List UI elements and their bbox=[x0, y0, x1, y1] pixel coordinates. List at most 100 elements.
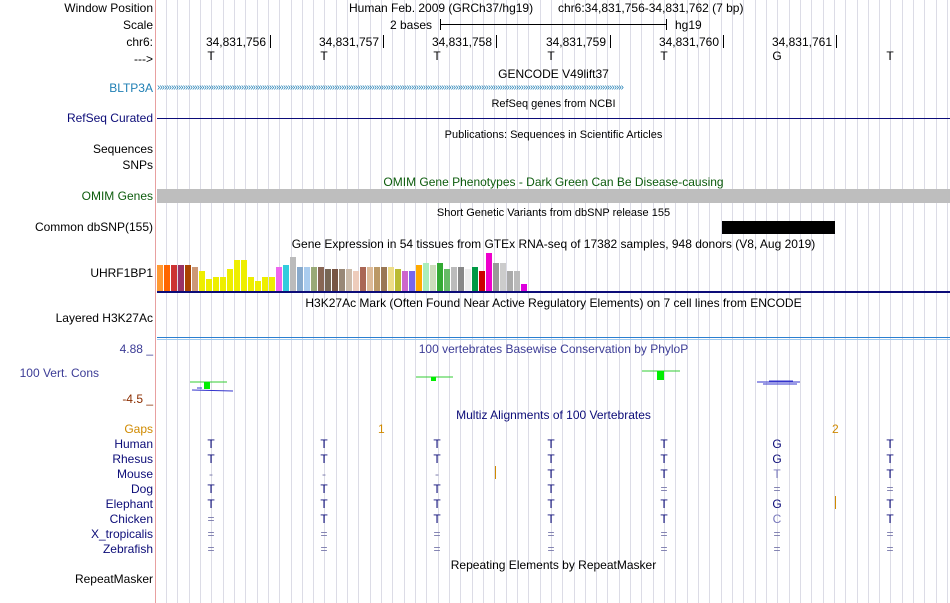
phylop-graph[interactable] bbox=[157, 360, 950, 400]
gtex-tissue-bar[interactable] bbox=[220, 277, 226, 291]
gtex-tissue-bar[interactable] bbox=[283, 265, 289, 291]
alignment-base: = bbox=[660, 527, 668, 541]
gtex-tissue-bar[interactable] bbox=[500, 263, 506, 291]
gtex-tissue-bar[interactable] bbox=[248, 277, 254, 291]
gtex-tissue-bar[interactable] bbox=[192, 267, 198, 291]
gtex-tissue-bar[interactable] bbox=[332, 269, 338, 291]
gtex-tissue-bar[interactable] bbox=[290, 257, 296, 291]
h3k27ac-track-title[interactable]: H3K27Ac Mark (Often Found Near Active Re… bbox=[157, 296, 950, 310]
dbsnp-variant-block[interactable] bbox=[722, 221, 835, 234]
gtex-tissue-bar[interactable] bbox=[346, 269, 352, 291]
gtex-tissue-bar[interactable] bbox=[339, 269, 345, 291]
gtex-tissue-bar[interactable] bbox=[472, 267, 478, 291]
gtex-tissue-bar[interactable] bbox=[353, 271, 359, 291]
gtex-tissue-bar[interactable] bbox=[255, 281, 261, 291]
species-label[interactable]: X_tropicalis bbox=[91, 527, 153, 541]
gtex-tissue-bar[interactable] bbox=[213, 277, 219, 291]
alignment-base: T bbox=[886, 437, 894, 451]
gtex-tissue-bar[interactable] bbox=[241, 260, 247, 291]
publications-track-title[interactable]: Publications: Sequences in Scientific Ar… bbox=[157, 128, 950, 142]
gtex-gene-label[interactable]: UHRF1BP1 bbox=[90, 266, 153, 280]
gtex-tissue-bar[interactable] bbox=[171, 265, 177, 291]
species-label[interactable]: Chicken bbox=[110, 512, 153, 526]
gtex-tissue-bar[interactable] bbox=[521, 284, 527, 291]
gtex-tissue-bar[interactable] bbox=[374, 267, 380, 291]
omim-label[interactable]: OMIM Genes bbox=[82, 189, 153, 203]
gtex-tissue-bar[interactable] bbox=[227, 269, 233, 291]
reference-base: T bbox=[207, 49, 215, 63]
gtex-tissue-bar[interactable] bbox=[269, 277, 275, 291]
gtex-tissue-bar[interactable] bbox=[486, 253, 492, 291]
gene-label-bltp3a[interactable]: BLTP3A bbox=[109, 81, 153, 95]
gencode-track-title[interactable]: GENCODE V49lift37 bbox=[157, 67, 950, 81]
cons-label[interactable]: 100 Vert. Cons bbox=[20, 366, 99, 380]
coordinate-label: 34,831,757 bbox=[318, 35, 379, 49]
alignment-base: T bbox=[660, 512, 668, 526]
gtex-tissue-bar[interactable] bbox=[388, 267, 394, 291]
gtex-tissue-bar[interactable] bbox=[297, 267, 303, 291]
gencode-gene-feature[interactable]: ››››››››››››››››››››››››››››››››››››››››… bbox=[157, 81, 950, 94]
gtex-tissue-bar[interactable] bbox=[311, 267, 317, 291]
alignment-base: G bbox=[772, 452, 782, 466]
gtex-tissue-bar[interactable] bbox=[493, 263, 499, 291]
gtex-tissue-bar[interactable] bbox=[458, 267, 464, 291]
gtex-tissue-bar[interactable] bbox=[437, 263, 443, 291]
gtex-tissue-bar[interactable] bbox=[262, 277, 268, 291]
multiz-gaps-label[interactable]: Gaps bbox=[124, 422, 153, 436]
gtex-tissue-bar[interactable] bbox=[395, 269, 401, 291]
gtex-expression-chart[interactable] bbox=[157, 251, 537, 291]
gtex-tissue-bar[interactable] bbox=[318, 267, 324, 291]
gtex-tissue-bar[interactable] bbox=[367, 267, 373, 291]
refseq-gene-line[interactable] bbox=[157, 118, 950, 119]
gtex-tissue-bar[interactable] bbox=[276, 267, 282, 291]
gtex-tissue-bar[interactable] bbox=[402, 271, 408, 291]
gtex-tissue-bar[interactable] bbox=[479, 271, 485, 291]
repeatmasker-track-title[interactable]: Repeating Elements by RepeatMasker bbox=[157, 558, 950, 572]
alignment-base: T bbox=[320, 452, 328, 466]
gtex-tissue-bar[interactable] bbox=[451, 267, 457, 291]
gtex-tissue-bar[interactable] bbox=[409, 271, 415, 291]
species-label[interactable]: Dog bbox=[131, 482, 153, 496]
gtex-tissue-bar[interactable] bbox=[178, 265, 184, 291]
dbsnp-track-title[interactable]: Short Genetic Variants from dbSNP releas… bbox=[157, 206, 950, 220]
gtex-tissue-bar[interactable] bbox=[507, 271, 513, 291]
species-label[interactable]: Zebrafish bbox=[103, 542, 153, 556]
alignment-base: G bbox=[772, 437, 782, 451]
gtex-tissue-bar[interactable] bbox=[185, 265, 191, 291]
gtex-tissue-bar[interactable] bbox=[199, 271, 205, 291]
alignment-base: = bbox=[547, 542, 555, 556]
gtex-tissue-bar[interactable] bbox=[430, 265, 436, 291]
gtex-tissue-bar[interactable] bbox=[157, 265, 163, 291]
h3k27ac-label[interactable]: Layered H3K27Ac bbox=[56, 311, 153, 325]
gtex-tissue-bar[interactable] bbox=[381, 267, 387, 291]
gtex-tissue-bar[interactable] bbox=[423, 263, 429, 291]
gtex-tissue-bar[interactable] bbox=[164, 265, 170, 291]
gtex-tissue-bar[interactable] bbox=[360, 267, 366, 291]
gtex-tissue-bar[interactable] bbox=[465, 269, 471, 291]
gtex-tissue-bar[interactable] bbox=[304, 267, 310, 291]
omim-gene-bar[interactable] bbox=[157, 189, 950, 203]
gtex-tissue-bar[interactable] bbox=[325, 269, 331, 291]
refseq-track-title[interactable]: RefSeq genes from NCBI bbox=[157, 97, 950, 111]
publications-sequences-label[interactable]: Sequences bbox=[93, 142, 153, 156]
cons-track-title[interactable]: 100 vertebrates Basewise Conservation by… bbox=[157, 342, 950, 356]
genome-browser-image[interactable]: Window Position Scale chr6: ---> Human F… bbox=[0, 0, 950, 603]
omim-track-title[interactable]: OMIM Gene Phenotypes - Dark Green Can Be… bbox=[157, 175, 950, 189]
species-label[interactable]: Mouse bbox=[117, 467, 153, 481]
gtex-tissue-bar[interactable] bbox=[444, 269, 450, 291]
dbsnp-label[interactable]: Common dbSNP(155) bbox=[35, 220, 153, 234]
alignment-base: T bbox=[660, 452, 668, 466]
species-label[interactable]: Human bbox=[114, 437, 153, 451]
gtex-tissue-bar[interactable] bbox=[206, 279, 212, 291]
repeatmasker-label[interactable]: RepeatMasker bbox=[75, 572, 153, 586]
refseq-label[interactable]: RefSeq Curated bbox=[67, 111, 153, 125]
species-label[interactable]: Rhesus bbox=[112, 452, 153, 466]
coordinate-tick bbox=[270, 35, 271, 48]
multiz-track-title[interactable]: Multiz Alignments of 100 Vertebrates bbox=[157, 408, 950, 422]
gtex-tissue-bar[interactable] bbox=[234, 260, 240, 291]
species-label[interactable]: Elephant bbox=[106, 497, 153, 511]
publications-snps-label[interactable]: SNPs bbox=[122, 158, 153, 172]
gtex-tissue-bar[interactable] bbox=[514, 271, 520, 291]
gtex-track-title[interactable]: Gene Expression in 54 tissues from GTEx … bbox=[157, 237, 950, 251]
gtex-tissue-bar[interactable] bbox=[416, 265, 422, 291]
